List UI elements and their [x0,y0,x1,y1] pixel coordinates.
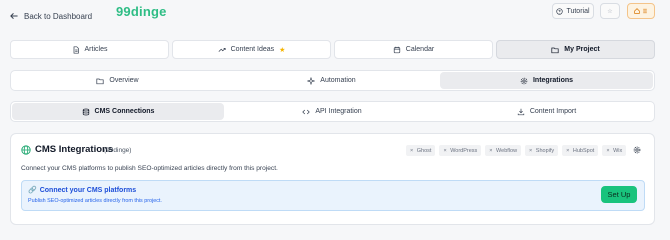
document-icon [73,45,79,54]
folder-icon [96,78,104,84]
tab-content-ideas-label: Content Ideas [230,46,275,53]
setup-button[interactable]: Set Up [601,186,637,203]
link-icon: 🔗 [28,187,37,194]
platform-badge: × Wix [602,145,627,156]
tab-content-ideas[interactable]: Content Ideas ★ [172,40,331,59]
tab-cms-connections[interactable]: CMS Connections [12,103,224,120]
tab-integrations-label: Integrations [532,77,574,84]
platform-name: WordPress [450,147,478,154]
platform-name: Shopify [535,147,555,154]
platform-badges: × Ghost × WordPress × Webflow × Shopify … [406,145,627,156]
tab-automation[interactable]: Automation [226,72,437,89]
folder-icon [551,47,559,53]
tab-my-project-label: My Project [564,46,600,53]
menu-icon [643,8,647,14]
platform-badge: × Shopify [525,145,559,156]
banner-title: 🔗 Connect your CMS platforms [28,186,136,195]
back-label: Back to Dashboard [24,11,93,21]
globe-icon [21,145,31,155]
tab-content-import[interactable]: Content Import [440,103,653,120]
tab-api-integration-label: API Integration [315,108,362,115]
gear-icon [520,77,528,84]
project-tag: (99dinge) [104,147,132,154]
home-icon [634,8,640,14]
tab-my-project[interactable]: My Project [496,40,655,59]
database-icon [82,108,89,115]
tutorial-button[interactable]: Tutorial [552,3,594,19]
platform-name: Ghost [416,147,432,154]
star-icon: ☆ [607,8,613,15]
platform-badge: × Webflow [485,145,522,156]
account-menu-button[interactable] [627,3,655,19]
platform-badge: × Ghost [406,145,436,156]
tab-overview-label: Overview [109,77,139,84]
tutorial-label: Tutorial [566,7,590,15]
tab-articles[interactable]: Articles [10,40,169,59]
arrow-left-icon [10,13,18,19]
platform-badge: × HubSpot [562,145,599,156]
star-badge-icon: ★ [279,46,286,54]
platform-badge: × WordPress [439,145,482,156]
code-icon [302,109,311,114]
platform-name: Webflow [496,147,518,154]
tab-api-integration[interactable]: API Integration [226,103,438,120]
connect-cms-banner [21,180,645,211]
cms-integrations-title: CMS Integrations [35,144,114,155]
tab-overview[interactable]: Overview [12,72,223,89]
sparkle-icon [307,76,316,85]
tab-cms-connections-label: CMS Connections [94,108,155,115]
tab-calendar-label: Calendar [405,46,435,53]
cms-description: Connect your CMS platforms to publish SE… [21,165,278,172]
platform-name: Wix [613,147,623,154]
tab-articles-label: Articles [84,46,108,53]
trend-icon [218,47,226,52]
banner-title-text: Connect your CMS platforms [39,187,137,194]
download-icon [517,108,525,115]
settings-gear-icon[interactable] [633,146,641,154]
tab-integrations[interactable]: Integrations [440,72,653,89]
tab-automation-label: Automation [320,77,356,84]
project-brand: 99dinge [116,4,167,19]
tab-content-import-label: Content Import [529,108,577,115]
tab-calendar[interactable]: Calendar [334,40,493,59]
calendar-icon [393,46,400,53]
favorite-button[interactable]: ☆ [600,3,620,19]
banner-subtitle: Publish SEO-optimized articles directly … [28,198,162,204]
help-circle-icon [556,7,564,15]
back-to-dashboard-link[interactable]: Back to Dashboard [10,6,92,26]
platform-name: HubSpot [572,147,595,154]
